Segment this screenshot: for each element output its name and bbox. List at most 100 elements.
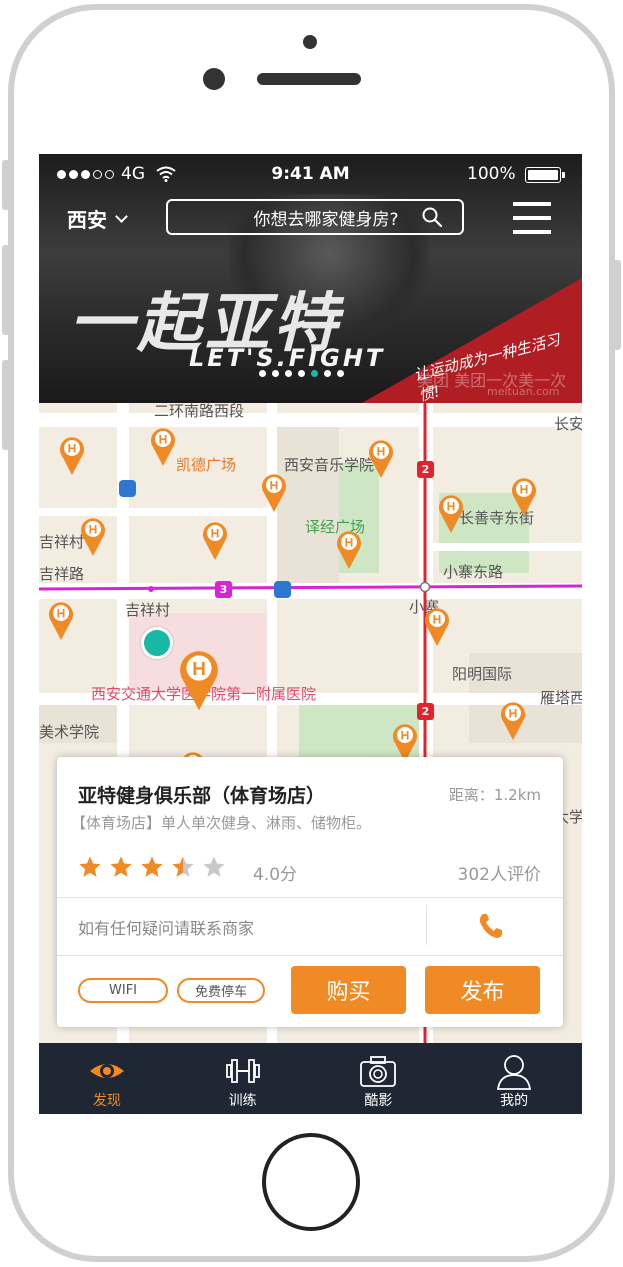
- proximity-sensor: [303, 35, 317, 49]
- gym-pin-icon[interactable]: H: [499, 699, 527, 741]
- star-empty-icon: [203, 856, 225, 877]
- banner-subtitle: LET'S.FIGHT: [189, 344, 386, 372]
- carousel-dot[interactable]: [298, 370, 305, 377]
- carousel-dot[interactable]: [311, 370, 318, 377]
- carousel-dot[interactable]: [285, 370, 292, 377]
- bottom-tab-bar: 发现 训练 酷影 我的: [39, 1043, 582, 1114]
- parking-tag: 免费停车: [177, 978, 265, 1003]
- gym-pin-icon[interactable]: H: [437, 492, 465, 534]
- map-label: 二环南路西段: [154, 403, 245, 420]
- contact-text: 如有任何疑问请联系商家: [78, 919, 255, 938]
- carousel-dots[interactable]: [259, 370, 344, 377]
- user-icon: [497, 1055, 532, 1090]
- selected-gym-pin-icon[interactable]: H: [177, 645, 221, 713]
- gym-pin-icon[interactable]: H: [201, 519, 229, 561]
- star-full-icon: [110, 856, 132, 877]
- publish-button[interactable]: 发布: [425, 966, 540, 1014]
- wifi-tag: WIFI: [78, 978, 168, 1003]
- tab-label: 酷影: [364, 1093, 393, 1109]
- city-selector[interactable]: 西安: [67, 204, 128, 233]
- svg-text:H: H: [57, 607, 66, 621]
- svg-text:H: H: [159, 433, 168, 447]
- gym-pin-icon[interactable]: H: [367, 437, 395, 479]
- divider: [57, 897, 563, 898]
- tab-label: 我的: [500, 1093, 529, 1109]
- buy-button[interactable]: 购买: [291, 966, 406, 1014]
- metro-line-badge[interactable]: 2: [417, 703, 434, 720]
- search-icon[interactable]: [422, 207, 442, 227]
- svg-text:H: H: [401, 729, 410, 743]
- eye-icon: [89, 1064, 124, 1078]
- battery-icon: [525, 167, 561, 183]
- tab-label: 训练: [228, 1093, 257, 1109]
- menu-bar: [513, 216, 551, 220]
- carousel-dot[interactable]: [337, 370, 344, 377]
- map-label: 吉祥村: [39, 533, 85, 551]
- gym-pin-icon[interactable]: H: [510, 475, 538, 517]
- map-label: 吉祥路: [39, 565, 85, 583]
- svg-text:H: H: [270, 479, 279, 493]
- svg-text:H: H: [377, 445, 386, 459]
- svg-text:H: H: [345, 536, 354, 550]
- review-count[interactable]: 302人评价: [458, 860, 541, 885]
- carousel-dot[interactable]: [324, 370, 331, 377]
- search-input[interactable]: 你想去哪家健身房?: [166, 199, 464, 235]
- bus-stop-icon[interactable]: [119, 480, 136, 497]
- map-label: 长安: [554, 415, 582, 433]
- gym-pin-icon[interactable]: H: [47, 599, 75, 641]
- status-bar: 4G 9:41 AM 100%: [39, 154, 582, 194]
- gym-name: 亚特健身俱乐部（体育场店）: [78, 785, 326, 807]
- current-location-marker[interactable]: [141, 627, 173, 659]
- tab-label: 发现: [92, 1093, 121, 1109]
- map-label: 阳明国际: [452, 665, 513, 683]
- rating-stars: [78, 855, 226, 879]
- map-label: 吉祥村: [125, 601, 171, 619]
- dumbbell-icon: [225, 1059, 260, 1083]
- svg-text:H: H: [509, 707, 518, 721]
- svg-text:H: H: [433, 613, 442, 627]
- star-half-icon: [172, 856, 194, 877]
- svg-text:H: H: [68, 442, 77, 456]
- map-label: 美术学院: [39, 723, 100, 741]
- divider: [426, 905, 427, 945]
- phone-icon[interactable]: [477, 912, 505, 940]
- gym-pin-icon[interactable]: H: [149, 425, 177, 467]
- gym-description: 【体育场店】单人单次健身、淋雨、储物柜。: [71, 814, 372, 832]
- svg-text:H: H: [89, 523, 98, 537]
- bus-stop-icon[interactable]: [274, 581, 291, 598]
- battery-percent: 100%: [467, 164, 516, 184]
- gym-pin-icon[interactable]: H: [58, 434, 86, 476]
- app-screen: 一起亚特 LET'S.FIGHT 让运动成为一种生活习惯! 美团 美团一次美一次…: [39, 154, 582, 1114]
- map-label: 雁塔西: [540, 689, 582, 707]
- search-placeholder: 你想去哪家健身房?: [253, 209, 399, 230]
- metro-line-badge[interactable]: 2: [417, 461, 434, 478]
- metro-line-badge[interactable]: 3: [215, 581, 232, 598]
- tab-profile[interactable]: 我的: [446, 1043, 582, 1114]
- map-label: 小寨东路: [443, 563, 504, 581]
- earpiece-speaker: [257, 73, 361, 85]
- front-camera: [203, 68, 225, 90]
- menu-bar: [513, 230, 551, 234]
- tab-discover[interactable]: 发现: [39, 1043, 175, 1114]
- map-label: 凯德广场: [176, 456, 237, 474]
- gym-distance: 距离：1.2km: [448, 786, 541, 804]
- battery-tip: [562, 172, 565, 178]
- menu-icon[interactable]: [513, 202, 551, 234]
- camera-icon: [360, 1056, 397, 1087]
- carousel-dot[interactable]: [272, 370, 279, 377]
- svg-text:H: H: [192, 658, 206, 679]
- gym-pin-icon[interactable]: H: [423, 605, 451, 647]
- star-full-icon: [141, 856, 163, 877]
- svg-text:H: H: [211, 527, 220, 541]
- gym-pin-icon[interactable]: H: [79, 515, 107, 557]
- gym-info-card[interactable]: 亚特健身俱乐部（体育场店） 距离：1.2km 【体育场店】单人单次健身、淋雨、储…: [57, 757, 563, 1027]
- tab-training[interactable]: 训练: [175, 1043, 311, 1114]
- chevron-down-icon: [115, 209, 128, 223]
- home-button[interactable]: [262, 1133, 360, 1231]
- gym-pin-icon[interactable]: H: [335, 528, 363, 570]
- menu-bar: [513, 202, 551, 206]
- carousel-dot[interactable]: [259, 370, 266, 377]
- gym-pin-icon[interactable]: H: [260, 471, 288, 513]
- star-full-icon: [79, 856, 101, 877]
- tab-cool-shadow[interactable]: 酷影: [311, 1043, 447, 1114]
